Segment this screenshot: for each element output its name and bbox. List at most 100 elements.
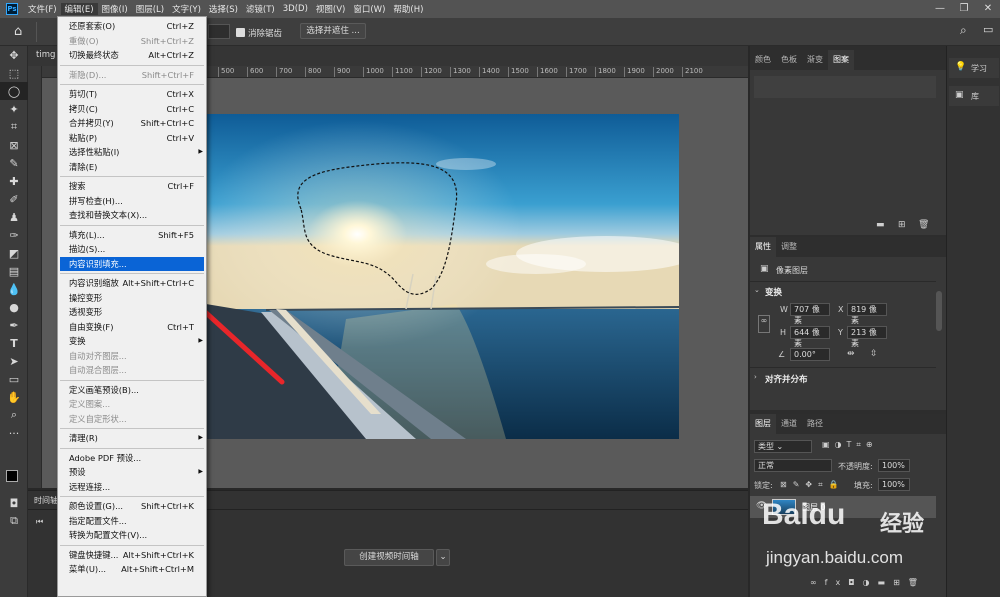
y-field[interactable]: 213 像素 [847,326,887,348]
edit-menu-item[interactable]: 填充(L)... Shift+F5 [58,228,206,243]
menu-view[interactable]: 视图(V) [312,3,349,15]
shape-tool-icon[interactable]: ▭ [0,370,28,388]
menu-image[interactable]: 图像(I) [98,3,132,15]
tab-paths[interactable]: 路径 [802,414,828,434]
menu-file[interactable]: 文件(F) [24,3,61,15]
menu-help[interactable]: 帮助(H) [389,3,427,15]
edit-menu-item[interactable]: 操控变形 [58,291,206,306]
edit-menu-item[interactable]: 远程连接... [58,480,206,495]
playhead-first-icon[interactable]: ⏮ [36,517,43,527]
chevron-right-icon[interactable]: › [754,373,757,381]
antialias-checkbox[interactable] [236,28,245,40]
stamp-tool-icon[interactable]: ♟ [0,208,28,226]
feather-field[interactable] [208,24,230,39]
edit-menu-item[interactable]: 转换为配置文件(V)... [58,528,206,543]
layer-filter-select[interactable]: 类型 ⌄ [754,440,812,453]
properties-scrollbar[interactable] [936,291,942,331]
height-field[interactable]: 644 像素 [790,326,830,348]
menu-type[interactable]: 文字(Y) [168,3,205,15]
edit-menu-item[interactable]: 菜单(U)... Alt+Shift+Ctrl+M [58,562,206,577]
menu-layer[interactable]: 图层(L) [132,3,168,15]
move-tool-icon[interactable]: ✥ [0,46,28,64]
edit-menu-item[interactable]: 定义画笔预设(B)... [58,383,206,398]
tab-channels[interactable]: 通道 [776,414,802,434]
edit-menu-item[interactable]: 切换最终状态 Alt+Ctrl+Z [58,48,206,63]
brush-tool-icon[interactable]: ✐ [0,190,28,208]
width-field[interactable]: 707 像素 [790,303,830,325]
healing-tool-icon[interactable]: ✚ [0,172,28,190]
edit-menu-item[interactable]: 颜色设置(G)... Shift+Ctrl+K [58,499,206,514]
more-tools-icon[interactable]: ··· [0,424,28,442]
edit-menu-item[interactable]: 合并拷贝(Y) Shift+Ctrl+C [58,116,206,131]
trash-icon[interactable]: 🗑 [918,220,929,230]
tab-adjustments[interactable]: 调整 [776,237,802,257]
pen-tool-icon[interactable]: ✒ [0,316,28,334]
zoom-tool-icon[interactable]: ⌕ [0,406,28,424]
edit-menu-item[interactable]: 查找和替换文本(X)... [58,208,206,223]
marquee-tool-icon[interactable]: ⬚ [0,64,28,82]
workspace-icon[interactable]: ▭ [983,23,993,36]
edit-menu-item[interactable]: 自由变换(F) Ctrl+T [58,320,206,335]
tab-gradient[interactable]: 渐变 [802,50,828,70]
path-select-tool-icon[interactable]: ➤ [0,352,28,370]
angle-field[interactable]: 0.00° [790,348,830,361]
edit-menu-item[interactable]: 变换 ▶ [58,334,206,349]
tab-properties[interactable]: 属性 [750,237,776,257]
timeline-dropdown-icon[interactable]: ⌄ [436,549,450,566]
gradient-tool-icon[interactable]: ▤ [0,262,28,280]
create-video-timeline-button[interactable]: 创建视频时间轴 [344,549,434,566]
library-button[interactable]: ▣ 库 [949,86,999,106]
timeline-tab[interactable]: 时间轴 [34,495,58,506]
learn-button[interactable]: 💡 学习 [949,58,999,78]
edit-menu-item[interactable]: 拼写检查(H)... [58,194,206,209]
history-brush-tool-icon[interactable]: ✑ [0,226,28,244]
tab-patterns[interactable]: 图案 [828,50,854,70]
crop-tool-icon[interactable]: ⌗ [0,118,28,136]
new-pattern-icon[interactable]: ⊞ [898,220,906,230]
edit-menu-item[interactable]: 预设 ▶ [58,465,206,480]
document-tab[interactable]: timg [36,50,55,60]
fill-field[interactable]: 100% [878,478,910,491]
edit-menu-item[interactable]: Adobe PDF 预设... [58,451,206,466]
close-icon[interactable]: ✕ [976,0,1000,18]
eraser-tool-icon[interactable]: ◩ [0,244,28,262]
foreground-color-swatch[interactable] [6,470,18,482]
edit-menu-item[interactable]: 剪切(T) Ctrl+X [58,87,206,102]
eyedropper-tool-icon[interactable]: ✎ [0,154,28,172]
menu-select[interactable]: 选择(S) [205,3,242,15]
layer-filter-icons[interactable]: ▣◑T⌗⊕ [822,440,878,450]
quick-mask-icon[interactable]: ◘ [0,494,28,512]
edit-menu-item[interactable]: 搜索 Ctrl+F [58,179,206,194]
edit-menu-item[interactable]: 指定配置文件... [58,514,206,529]
x-field[interactable]: 819 像素 [847,303,887,325]
menu-window[interactable]: 窗口(W) [349,3,389,15]
menu-3d[interactable]: 3D(D) [279,4,312,14]
blend-mode-select[interactable]: 正常 [754,459,832,472]
lock-icons[interactable]: ⊠✎✥⌗🔒 [780,480,845,490]
magic-wand-tool-icon[interactable]: ✦ [0,100,28,118]
home-icon[interactable]: ⌂ [14,24,22,39]
edit-menu-item[interactable]: 透视变形 [58,305,206,320]
frame-tool-icon[interactable]: ⊠ [0,136,28,154]
tab-swatches[interactable]: 色板 [776,50,802,70]
edit-menu-item[interactable]: 清除(E) [58,160,206,175]
new-group-icon[interactable]: ▬ [876,220,885,230]
menu-filter[interactable]: 滤镜(T) [242,3,279,15]
edit-menu-item[interactable]: 内容识别填充... [60,256,204,271]
edit-menu-item[interactable]: 键盘快捷键... Alt+Shift+Ctrl+K [58,548,206,563]
chevron-down-icon[interactable]: ⌄ [754,286,760,294]
flip-horizontal-icon[interactable]: ⇹ [847,349,855,359]
blur-tool-icon[interactable]: 💧 [0,280,28,298]
opacity-field[interactable]: 100% [878,459,910,472]
edit-menu-item[interactable]: 粘贴(P) Ctrl+V [58,131,206,146]
edit-menu-item[interactable]: 清理(R) ▶ [58,431,206,446]
tab-layers[interactable]: 图层 [750,414,776,434]
tab-color[interactable]: 颜色 [750,50,776,70]
menu-edit[interactable]: 编辑(E) [60,3,98,15]
edit-menu-item[interactable]: 内容识别缩放 Alt+Shift+Ctrl+C [58,276,206,291]
dodge-tool-icon[interactable]: ● [0,298,28,316]
hand-tool-icon[interactable]: ✋ [0,388,28,406]
edit-menu-item[interactable]: 描边(S)... [58,242,206,257]
flip-vertical-icon[interactable]: ⇳ [870,349,878,359]
link-icon[interactable]: ∞ [758,315,770,333]
